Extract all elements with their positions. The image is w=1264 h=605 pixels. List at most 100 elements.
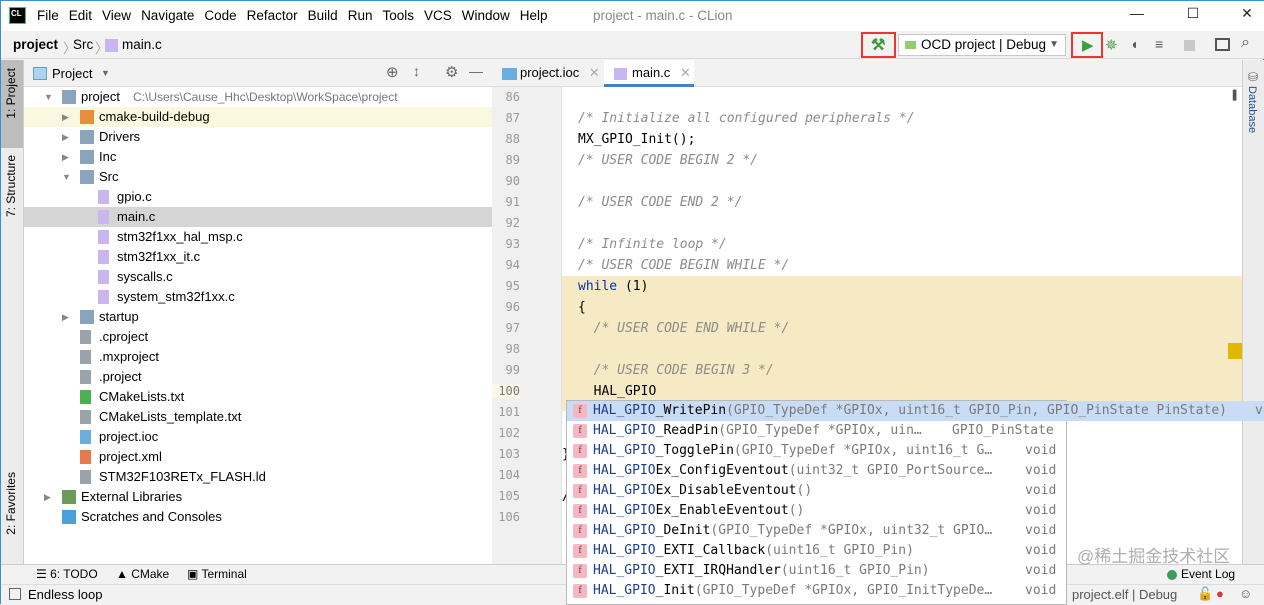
scrollbar-marker[interactable] (1228, 343, 1242, 359)
code-line[interactable]: while (1) (578, 276, 648, 297)
expanded-arrow-icon[interactable]: ▼ (62, 167, 71, 187)
lock-icon[interactable]: 🔓 (1197, 586, 1213, 602)
minimize-button[interactable]: — (1127, 5, 1147, 25)
close-button[interactable]: ✕ (1237, 5, 1257, 25)
completion-item[interactable]: f HAL_GPIO_EXTI_IRQHandler(uint16_t GPIO_… (567, 561, 1066, 581)
breadcrumb-project[interactable]: project (13, 37, 58, 52)
search-icon[interactable]: ⌕ (1241, 34, 1250, 52)
completion-item[interactable]: f HAL_GPIO_DeInit(GPIO_TypeDef *GPIOx, ui… (567, 521, 1066, 541)
collapse-all-icon[interactable]: ↕ (413, 63, 420, 79)
completion-item[interactable]: f HAL_GPIOEx_ConfigEventout(uint32_t GPIO… (567, 461, 1066, 481)
close-tab-icon[interactable]: ✕ (680, 65, 691, 80)
tree-item[interactable]: project.xml (24, 447, 492, 467)
close-tab-icon[interactable]: ✕ (589, 65, 600, 80)
collapsed-arrow-icon[interactable]: ▶ (62, 107, 69, 127)
code-line[interactable]: { (578, 297, 586, 318)
breadcrumb-src[interactable]: Src (73, 37, 93, 52)
menu-help[interactable]: Help (520, 8, 548, 23)
tree-item[interactable]: gpio.c (24, 187, 492, 207)
tree-item[interactable]: syscalls.c (24, 267, 492, 287)
tree-item[interactable]: ▶ Drivers (24, 127, 492, 147)
completion-item[interactable]: f HAL_GPIO_TogglePin(GPIO_TypeDef *GPIOx,… (567, 441, 1066, 461)
menu-vcs[interactable]: VCS (424, 8, 452, 23)
completion-item[interactable]: f HAL_GPIO_ReadPin(GPIO_TypeDef *GPIOx, u… (567, 421, 1066, 441)
tab-main-c[interactable]: main.c ✕ (604, 60, 694, 87)
menu-window[interactable]: Window (462, 8, 510, 23)
tree-item[interactable]: .cproject (24, 327, 492, 347)
menu-view[interactable]: View (102, 8, 131, 23)
tree-item[interactable]: .mxproject (24, 347, 492, 367)
maximize-button[interactable]: ☐ (1183, 5, 1203, 25)
run-button[interactable]: ▶ (1071, 32, 1103, 58)
run-configuration-select[interactable]: OCD project | Debug ▼ (898, 34, 1066, 56)
tree-item[interactable]: ▶ External Libraries (24, 487, 492, 507)
inspector-icon[interactable]: ☺ (1239, 586, 1252, 601)
tree-item[interactable]: ▶ startup (24, 307, 492, 327)
menu-code[interactable]: Code (204, 8, 236, 23)
completion-item[interactable]: f HAL_GPIO_Init(GPIO_TypeDef *GPIOx, GPIO… (567, 581, 1066, 601)
code-line[interactable]: /* USER CODE BEGIN 3 */ (578, 360, 774, 381)
collapsed-arrow-icon[interactable]: ▶ (62, 147, 69, 167)
menu-run[interactable]: Run (348, 8, 373, 23)
hide-icon[interactable]: — (469, 63, 483, 79)
completion-item[interactable]: f HAL_GPIO_WritePin(GPIO_TypeDef *GPIOx, … (567, 401, 1264, 421)
tree-item[interactable]: ▶ cmake-build-debug (24, 107, 492, 127)
breadcrumb-main-c[interactable]: main.c (122, 37, 162, 52)
collapsed-arrow-icon[interactable]: ▶ (62, 127, 69, 147)
tree-item[interactable]: ▶ Inc (24, 147, 492, 167)
tree-item[interactable]: Scratches and Consoles (24, 507, 492, 527)
tool-tab-database[interactable]: Database (1246, 86, 1258, 133)
menu-navigate[interactable]: Navigate (141, 8, 194, 23)
tool-tab-project[interactable]: 1: Project (4, 68, 18, 119)
tree-item[interactable]: system_stm32f1xx.c (24, 287, 492, 307)
tree-item[interactable]: stm32f1xx_it.c (24, 247, 492, 267)
tree-item[interactable]: CMakeLists_template.txt (24, 407, 492, 427)
menu-edit[interactable]: Edit (69, 8, 92, 23)
completion-item[interactable]: f HAL_GPIO_EXTI_Callback(uint16_t GPIO_Pi… (567, 541, 1066, 561)
tree-item[interactable]: ▼ Src (24, 167, 492, 187)
profile-icon[interactable]: ≡ (1155, 36, 1163, 52)
tree-item[interactable]: ▼ project C:\Users\Cause_Hhc\Desktop\WorkS… (24, 87, 492, 107)
tree-item[interactable]: project.ioc (24, 427, 492, 447)
collapsed-arrow-icon[interactable]: ▶ (62, 307, 69, 327)
toggle-tool-windows-icon[interactable] (9, 588, 21, 600)
collapsed-arrow-icon[interactable]: ▶ (44, 487, 51, 507)
tool-tab-terminal[interactable]: ▣ Terminal (187, 567, 247, 581)
terminal-icon[interactable] (1215, 38, 1230, 51)
menu-refactor[interactable]: Refactor (247, 8, 298, 23)
menu-file[interactable]: File (37, 8, 59, 23)
tool-tab-cmake[interactable]: ▲ CMake (116, 567, 169, 581)
error-indicator-icon[interactable]: ● (1216, 586, 1224, 601)
stop-icon[interactable] (1184, 40, 1195, 51)
code-line[interactable]: /* USER CODE END WHILE */ (578, 318, 790, 339)
code-line[interactable]: /* Initialize all configured peripherals… (578, 108, 915, 129)
locate-icon[interactable]: ⊕ (386, 63, 399, 81)
code-line[interactable]: /* Infinite loop */ (578, 234, 727, 255)
tree-item[interactable]: STM32F103RETx_FLASH.ld (24, 467, 492, 487)
chevron-down-icon[interactable]: ▼ (101, 68, 110, 78)
code-line[interactable]: /* USER CODE BEGIN WHILE */ (578, 255, 789, 276)
build-button[interactable]: ⚒ (861, 32, 896, 58)
tab-project-ioc[interactable]: project.ioc ✕ (492, 60, 602, 87)
debug-icon[interactable]: ✵ (1105, 36, 1118, 54)
gear-icon[interactable]: ⚙ (445, 63, 458, 81)
completion-item[interactable]: f HAL_GPIOEx_DisableEventout() void (567, 481, 1066, 501)
expanded-arrow-icon[interactable]: ▼ (44, 87, 53, 107)
menu-build[interactable]: Build (308, 8, 338, 23)
code-line[interactable]: MX_GPIO_Init(); (578, 129, 695, 150)
code-line[interactable]: /* USER CODE BEGIN 2 */ (578, 150, 758, 171)
code-line[interactable]: HAL_GPIO (578, 381, 657, 402)
tree-item[interactable]: main.c (24, 207, 492, 227)
tree-item[interactable]: .project (24, 367, 492, 387)
tool-tab-favorites[interactable]: 2: Favorites (4, 472, 18, 535)
tree-item[interactable]: CMakeLists.txt (24, 387, 492, 407)
completion-item[interactable]: f HAL_GPIOEx_EnableEventout() void (567, 501, 1066, 521)
coverage-icon[interactable]: ◖ (1130, 36, 1138, 52)
code-line[interactable]: /* USER CODE END 2 */ (578, 192, 742, 213)
tool-tab-event-log[interactable]: Event Log (1181, 567, 1235, 581)
project-view-select[interactable]: Project (52, 66, 92, 81)
status-context[interactable]: project.elf | Debug (1072, 587, 1177, 602)
tree-item[interactable]: stm32f1xx_hal_msp.c (24, 227, 492, 247)
menu-tools[interactable]: Tools (382, 8, 414, 23)
tool-tab-todo[interactable]: ☰ 6: TODO (36, 567, 98, 581)
